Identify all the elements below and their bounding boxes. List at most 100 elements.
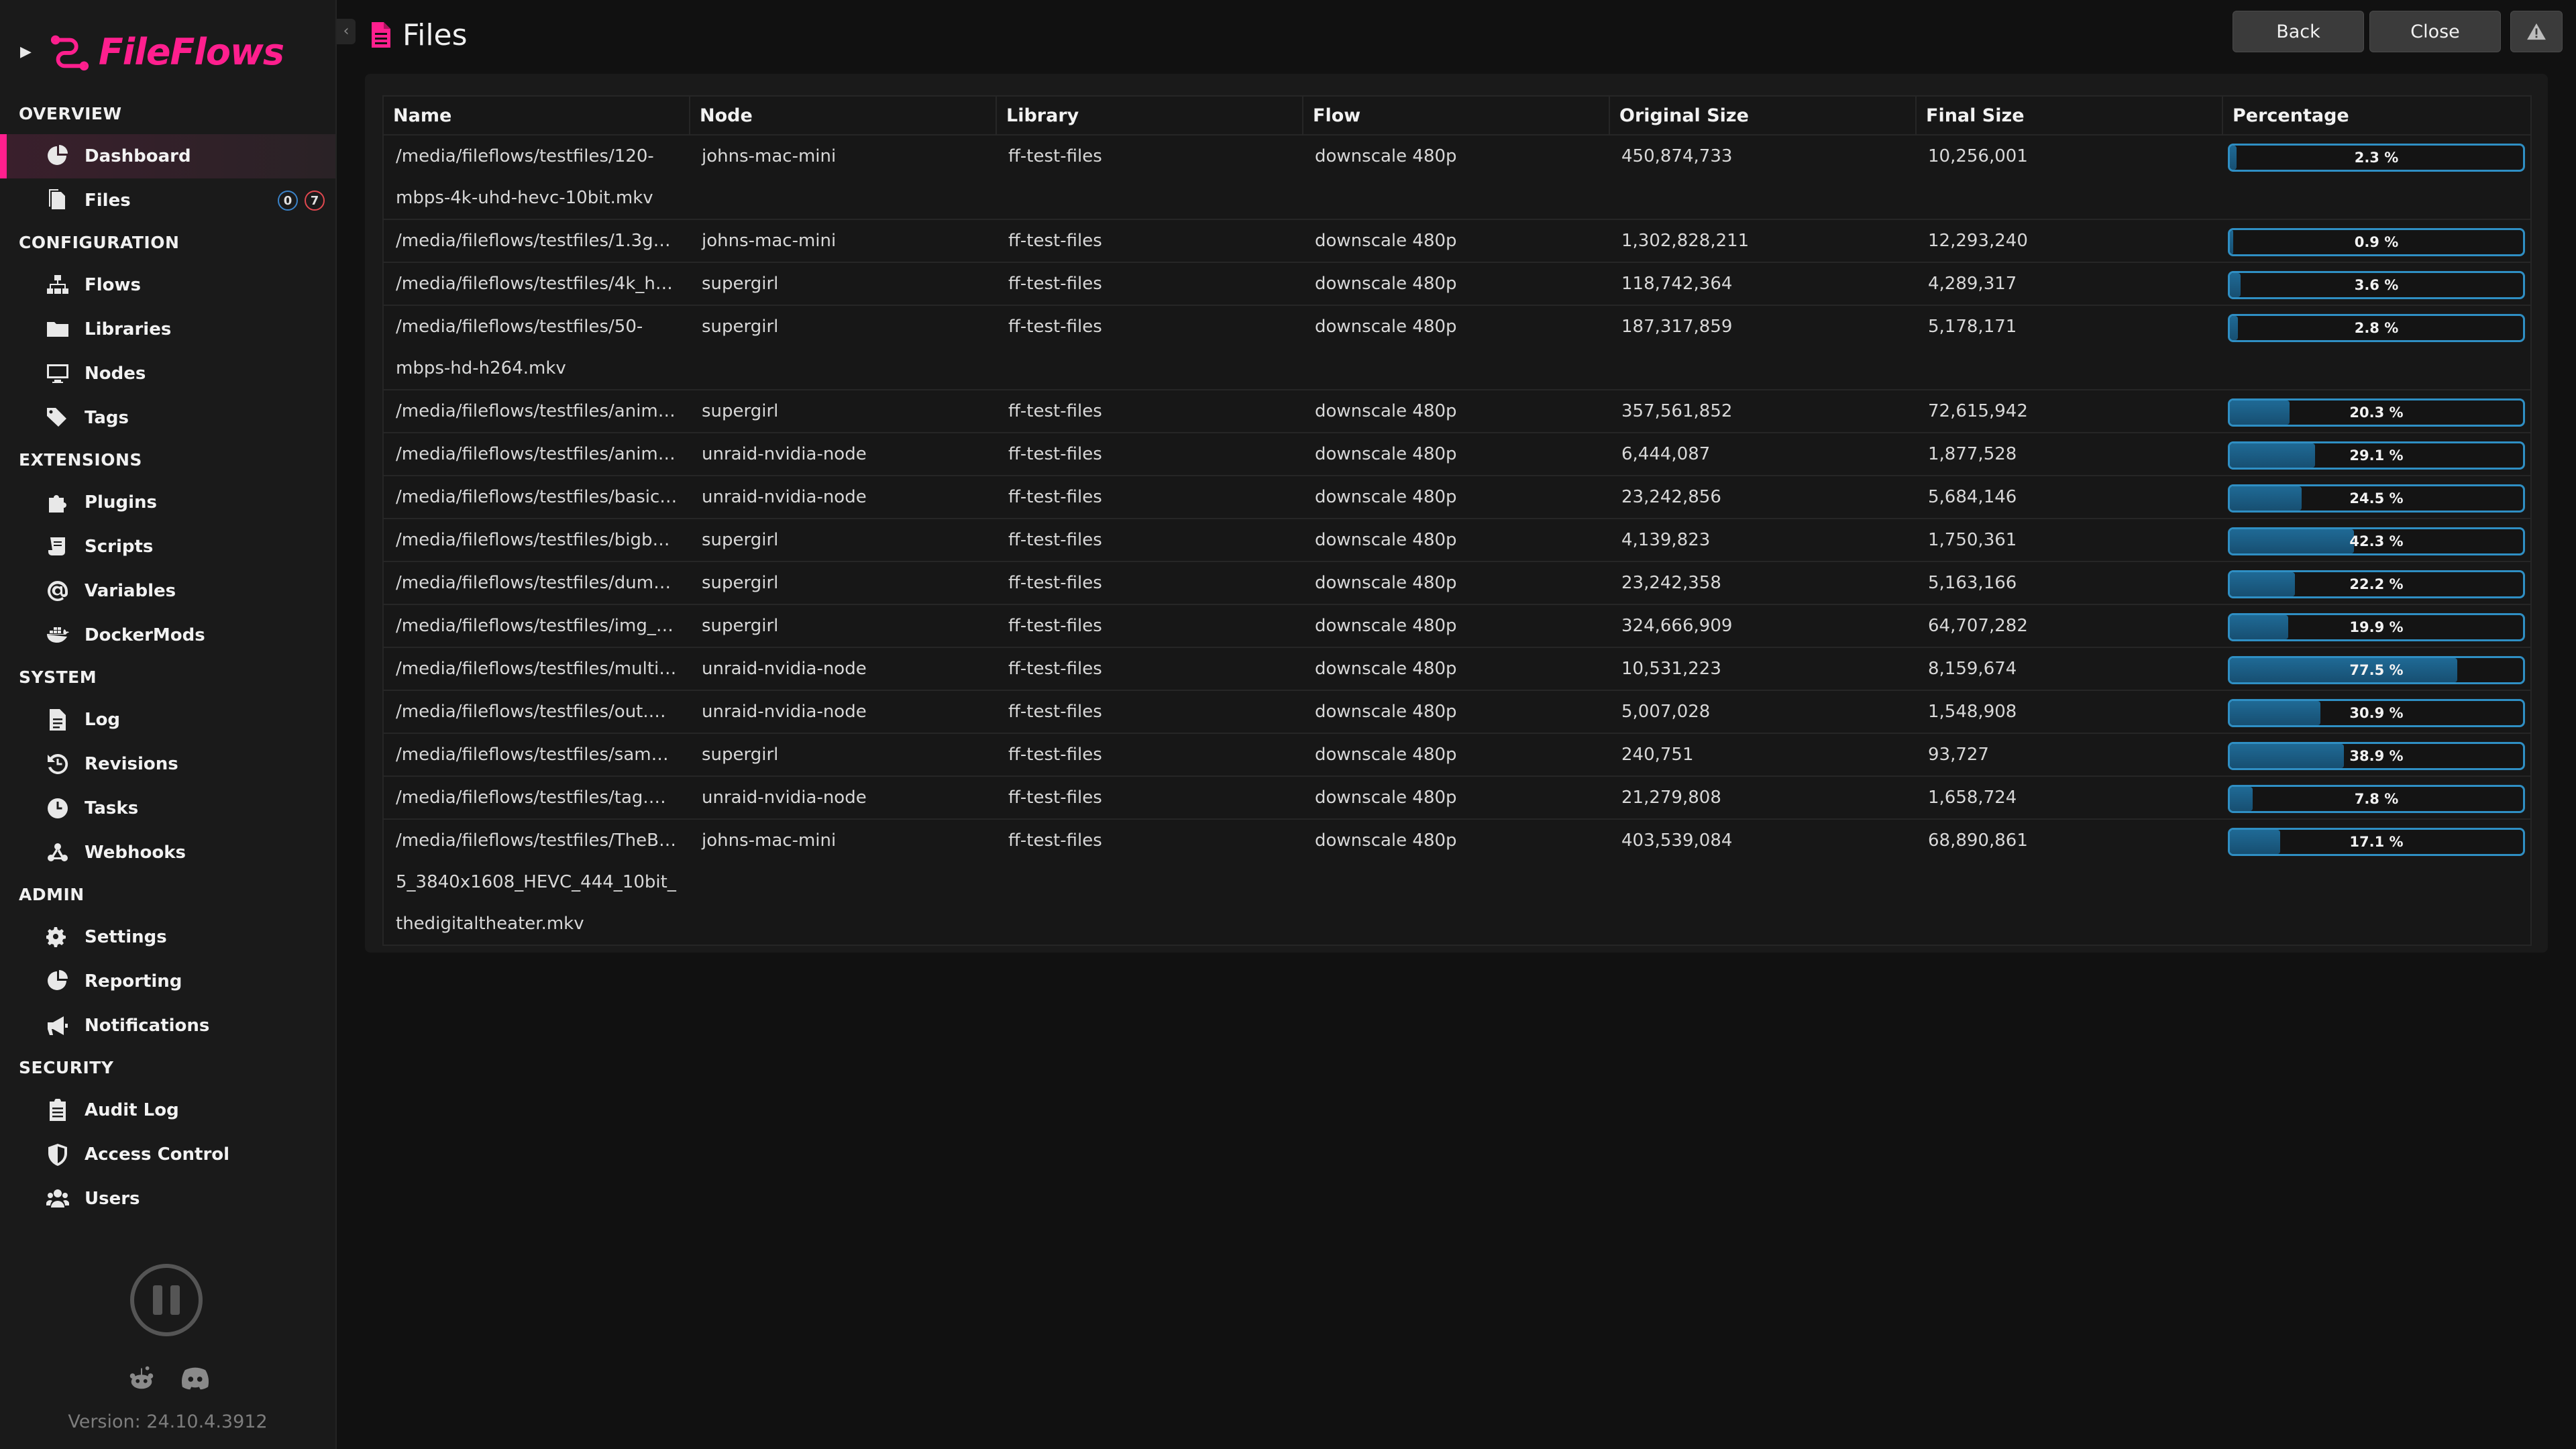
- table-row[interactable]: /media/fileflows/testfiles/anime.mkv supe…: [383, 390, 2531, 433]
- flow-cell: downscale 480p: [1303, 733, 1609, 777]
- sidebar: ▶ FileFlows OVERVIEW Dashboard Files 0 7 CONF…: [0, 0, 337, 1449]
- sidebar-item-revisions[interactable]: Revisions: [0, 742, 335, 786]
- column-header-flow[interactable]: Flow: [1303, 96, 1610, 136]
- original-size-cell: 6,444,087: [1609, 433, 1916, 476]
- flow-cell: downscale 480p: [1303, 776, 1609, 820]
- sidebar-item-settings[interactable]: Settings: [0, 915, 335, 959]
- sidebar-item-plugins[interactable]: Plugins: [0, 480, 335, 525]
- sidebar-item-scripts[interactable]: Scripts: [0, 525, 335, 569]
- column-header-library[interactable]: Library: [996, 96, 1303, 136]
- column-header-original-size[interactable]: Original Size: [1609, 96, 1917, 136]
- final-size-cell: 68,890,861: [1916, 819, 2222, 946]
- back-button[interactable]: Back: [2233, 11, 2364, 52]
- file-name-line: /media/fileflows/testfiles/multi_audio.m…: [396, 659, 678, 679]
- pause-button[interactable]: [130, 1264, 203, 1336]
- close-button[interactable]: Close: [2369, 11, 2501, 52]
- library-cell: ff-test-files: [996, 733, 1303, 777]
- table-row[interactable]: /media/fileflows/testfiles/50- mbps-hd-h2…: [383, 305, 2531, 390]
- node-cell: johns-mac-mini: [690, 135, 996, 220]
- library-cell: ff-test-files: [996, 561, 1303, 605]
- library-cell: ff-test-files: [996, 819, 1303, 946]
- original-size-cell: 118,742,364: [1609, 262, 1916, 306]
- percentage-label: 29.1 %: [2349, 447, 2404, 464]
- sidebar-item-label: Revisions: [85, 754, 178, 774]
- sidebar-item-dockermods[interactable]: DockerMods: [0, 613, 335, 657]
- reddit-icon[interactable]: [126, 1364, 157, 1391]
- percentage-label: 22.2 %: [2349, 576, 2404, 592]
- final-size-cell: 8,159,674: [1916, 647, 2222, 691]
- node-cell: supergirl: [690, 604, 996, 648]
- warning-button[interactable]: [2510, 11, 2563, 52]
- at-icon: [46, 579, 70, 603]
- table-row[interactable]: /media/fileflows/testfiles/sample.mkv sup…: [383, 733, 2531, 777]
- brand[interactable]: ▶ FileFlows: [20, 28, 284, 75]
- sidebar-item-variables[interactable]: Variables: [0, 569, 335, 613]
- column-header-node[interactable]: Node: [690, 96, 997, 136]
- sidebar-collapse-button[interactable]: ‹: [337, 19, 356, 44]
- table-row[interactable]: /media/fileflows/testfiles/dummy.mkv supe…: [383, 561, 2531, 605]
- sidebar-item-users[interactable]: Users: [0, 1177, 335, 1221]
- final-size-cell: 1,548,908: [1916, 690, 2222, 734]
- file-name-line: /media/fileflows/testfiles/anime.mkv: [396, 401, 678, 421]
- column-header-name[interactable]: Name: [383, 96, 690, 136]
- original-size-cell: 1,302,828,211: [1609, 219, 1916, 263]
- table-row[interactable]: /media/fileflows/testfiles/120- mbps-4k-u…: [383, 135, 2531, 220]
- sidebar-item-flows[interactable]: Flows: [0, 263, 335, 307]
- table-row[interactable]: /media/fileflows/testfiles/out.mkv unraid…: [383, 690, 2531, 734]
- table-row[interactable]: /media/fileflows/testfiles/1.3gb.mkv john…: [383, 219, 2531, 263]
- sidebar-item-reporting[interactable]: Reporting: [0, 959, 335, 1004]
- nav-section-admin: ADMIN: [19, 885, 85, 904]
- table-row[interactable]: /media/fileflows/testfiles/multi_audio.m…: [383, 647, 2531, 691]
- sidebar-item-dashboard[interactable]: Dashboard: [0, 134, 335, 178]
- column-header-percentage[interactable]: Percentage: [2222, 96, 2532, 136]
- percentage-bar: 2.3 %: [2228, 144, 2525, 172]
- percentage-cell: 77.5 %: [2222, 647, 2531, 691]
- file-name-line: /media/fileflows/testfiles/img_str.mkv: [396, 616, 678, 636]
- table-row[interactable]: /media/fileflows/testfiles/anime_2.mkv un…: [383, 433, 2531, 476]
- column-header-final-size[interactable]: Final Size: [1916, 96, 2223, 136]
- sidebar-item-libraries[interactable]: Libraries: [0, 307, 335, 352]
- sidebar-item-log[interactable]: Log: [0, 698, 335, 742]
- discord-icon[interactable]: [180, 1364, 211, 1391]
- sidebar-item-label: Files: [85, 191, 131, 211]
- expand-caret-icon[interactable]: ▶: [20, 44, 32, 60]
- sidebar-item-webhooks[interactable]: Webhooks: [0, 830, 335, 875]
- table-row[interactable]: /media/fileflows/testfiles/TheBatman.216…: [383, 819, 2531, 946]
- original-size-cell: 450,874,733: [1609, 135, 1916, 220]
- node-cell: johns-mac-mini: [690, 219, 996, 263]
- percentage-cell: 29.1 %: [2222, 433, 2531, 476]
- sidebar-item-access-control[interactable]: Access Control: [0, 1132, 335, 1177]
- table-row[interactable]: /media/fileflows/testfiles/bigbuck.mkv su…: [383, 519, 2531, 562]
- percentage-label: 17.1 %: [2349, 834, 2404, 850]
- original-size-cell: 5,007,028: [1609, 690, 1916, 734]
- percentage-label: 2.8 %: [2354, 320, 2399, 336]
- sidebar-item-audit-log[interactable]: Audit Log: [0, 1088, 335, 1132]
- pie-chart-icon: [46, 144, 70, 168]
- node-cell: supergirl: [690, 561, 996, 605]
- percentage-label: 3.6 %: [2354, 277, 2399, 293]
- file-name-cell: /media/fileflows/testfiles/sample.mkv: [383, 733, 690, 777]
- pause-bar-right: [170, 1285, 180, 1315]
- sidebar-item-tasks[interactable]: Tasks: [0, 786, 335, 830]
- table-row[interactable]: /media/fileflows/testfiles/tag.mp4 unraid…: [383, 776, 2531, 820]
- flow-cell: downscale 480p: [1303, 519, 1609, 562]
- percentage-bar: 42.3 %: [2228, 527, 2525, 555]
- desktop-icon: [46, 362, 70, 386]
- file-name-line: /media/fileflows/testfiles/anime_2.mkv: [396, 444, 678, 464]
- file-name-cell: /media/fileflows/testfiles/tag.mp4: [383, 776, 690, 820]
- node-cell: supergirl: [690, 733, 996, 777]
- sidebar-item-label: Tags: [85, 408, 129, 428]
- file-name-cell: /media/fileflows/testfiles/basic.mkv: [383, 476, 690, 519]
- table-row[interactable]: /media/fileflows/testfiles/img_str.mkv su…: [383, 604, 2531, 648]
- table-row[interactable]: /media/fileflows/testfiles/4k_h264.mkv su…: [383, 262, 2531, 306]
- table-row[interactable]: /media/fileflows/testfiles/basic.mkv unra…: [383, 476, 2531, 519]
- sidebar-item-files[interactable]: Files 0 7: [0, 178, 335, 223]
- original-size-cell: 240,751: [1609, 733, 1916, 777]
- percentage-label: 30.9 %: [2349, 705, 2404, 721]
- sidebar-item-tags[interactable]: Tags: [0, 396, 335, 440]
- final-size-cell: 5,684,146: [1916, 476, 2222, 519]
- original-size-cell: 23,242,358: [1609, 561, 1916, 605]
- sidebar-item-notifications[interactable]: Notifications: [0, 1004, 335, 1048]
- final-size-cell: 93,727: [1916, 733, 2222, 777]
- sidebar-item-nodes[interactable]: Nodes: [0, 352, 335, 396]
